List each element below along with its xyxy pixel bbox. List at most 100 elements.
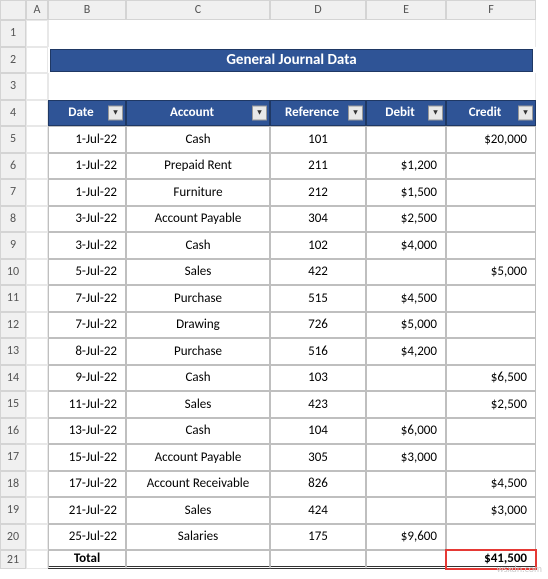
cell-reference-11[interactable]: 515 xyxy=(270,285,366,312)
cell-debit-20[interactable]: $9,600 xyxy=(366,524,446,551)
row-head-1[interactable]: 1 xyxy=(0,20,26,47)
col-head-E[interactable]: E xyxy=(366,0,446,20)
cell-account-9[interactable]: Cash xyxy=(126,232,270,259)
cell-credit-12[interactable] xyxy=(446,312,536,339)
row-head-11[interactable]: 11 xyxy=(0,285,26,312)
total-empty-1[interactable] xyxy=(126,550,270,569)
cell-A15[interactable] xyxy=(26,391,48,418)
row-head-6[interactable]: 6 xyxy=(0,153,26,180)
cell-account-20[interactable]: Salaries xyxy=(126,524,270,551)
row-head-19[interactable]: 19 xyxy=(0,497,26,524)
cell-credit-15[interactable]: $2,500 xyxy=(446,391,536,418)
cell-date-12[interactable]: 7-Jul-22 xyxy=(48,312,126,339)
cell-account-8[interactable]: Account Payable xyxy=(126,206,270,233)
cell-debit-9[interactable]: $4,000 xyxy=(366,232,446,259)
cell-reference-20[interactable]: 175 xyxy=(270,524,366,551)
row-head-5[interactable]: 5 xyxy=(0,126,26,153)
cell-credit-13[interactable] xyxy=(446,338,536,365)
row-head-7[interactable]: 7 xyxy=(0,179,26,206)
cell-credit-10[interactable]: $5,000 xyxy=(446,259,536,286)
cell-reference-14[interactable]: 103 xyxy=(270,365,366,392)
cell-reference-7[interactable]: 212 xyxy=(270,179,366,206)
cell-credit-20[interactable] xyxy=(446,524,536,551)
cell-A11[interactable] xyxy=(26,285,48,312)
row-head-10[interactable]: 10 xyxy=(0,259,26,286)
cell-reference-9[interactable]: 102 xyxy=(270,232,366,259)
cell-debit-6[interactable]: $1,200 xyxy=(366,153,446,180)
cell-reference-5[interactable]: 101 xyxy=(270,126,366,153)
cell-account-14[interactable]: Cash xyxy=(126,365,270,392)
cell-A18[interactable] xyxy=(26,471,48,498)
cell-A4[interactable] xyxy=(26,100,48,127)
cell-credit-9[interactable] xyxy=(446,232,536,259)
row-head-9[interactable]: 9 xyxy=(0,232,26,259)
cell-A16[interactable] xyxy=(26,418,48,445)
cell-debit-18[interactable] xyxy=(366,471,446,498)
cell-account-19[interactable]: Sales xyxy=(126,497,270,524)
row-head-13[interactable]: 13 xyxy=(0,338,26,365)
cell-A14[interactable] xyxy=(26,365,48,392)
cell-reference-15[interactable]: 423 xyxy=(270,391,366,418)
col-head-C[interactable]: C xyxy=(126,0,270,20)
cell-date-18[interactable]: 17-Jul-22 xyxy=(48,471,126,498)
cell-A10[interactable] xyxy=(26,259,48,286)
cell-account-12[interactable]: Drawing xyxy=(126,312,270,339)
cell-reference-19[interactable]: 424 xyxy=(270,497,366,524)
total-label[interactable]: Total xyxy=(48,550,126,569)
cell-account-10[interactable]: Sales xyxy=(126,259,270,286)
cell-date-15[interactable]: 11-Jul-22 xyxy=(48,391,126,418)
header-reference[interactable]: Reference▾ xyxy=(270,100,366,127)
cell-A19[interactable] xyxy=(26,497,48,524)
cell-reference-16[interactable]: 104 xyxy=(270,418,366,445)
col-head-B[interactable]: B xyxy=(48,0,126,20)
header-date[interactable]: Date▾ xyxy=(48,100,126,127)
cell-credit-5[interactable]: $20,000 xyxy=(446,126,536,153)
cell-account-13[interactable]: Purchase xyxy=(126,338,270,365)
cell-date-11[interactable]: 7-Jul-22 xyxy=(48,285,126,312)
header-debit[interactable]: Debit▾ xyxy=(366,100,446,127)
cell-reference-8[interactable]: 304 xyxy=(270,206,366,233)
cell-A2[interactable] xyxy=(26,47,48,74)
cell-account-15[interactable]: Sales xyxy=(126,391,270,418)
cell-A13[interactable] xyxy=(26,338,48,365)
cell-debit-5[interactable] xyxy=(366,126,446,153)
cell-reference-10[interactable]: 422 xyxy=(270,259,366,286)
filter-button-account[interactable]: ▾ xyxy=(252,105,267,120)
cell-credit-7[interactable] xyxy=(446,179,536,206)
cell-debit-13[interactable]: $4,200 xyxy=(366,338,446,365)
row-head-21[interactable]: 21 xyxy=(0,550,26,569)
cell-date-17[interactable]: 15-Jul-22 xyxy=(48,444,126,471)
cell-A20[interactable] xyxy=(26,524,48,551)
cell-date-9[interactable]: 3-Jul-22 xyxy=(48,232,126,259)
cell-date-5[interactable]: 1-Jul-22 xyxy=(48,126,126,153)
filter-button-reference[interactable]: ▾ xyxy=(348,105,363,120)
cell-credit-18[interactable]: $4,500 xyxy=(446,471,536,498)
cell-debit-15[interactable] xyxy=(366,391,446,418)
cell-reference-6[interactable]: 211 xyxy=(270,153,366,180)
cell-account-5[interactable]: Cash xyxy=(126,126,270,153)
col-head-A[interactable]: A xyxy=(26,0,48,20)
cell-date-6[interactable]: 1-Jul-22 xyxy=(48,153,126,180)
cell-debit-19[interactable] xyxy=(366,497,446,524)
total-empty-2[interactable] xyxy=(270,550,366,569)
cell-date-19[interactable]: 21-Jul-22 xyxy=(48,497,126,524)
cell-date-16[interactable]: 13-Jul-22 xyxy=(48,418,126,445)
cell-date-7[interactable]: 1-Jul-22 xyxy=(48,179,126,206)
cell-A21[interactable] xyxy=(26,550,48,569)
cell-debit-12[interactable]: $5,000 xyxy=(366,312,446,339)
cell-A6[interactable] xyxy=(26,153,48,180)
cell-date-20[interactable]: 25-Jul-22 xyxy=(48,524,126,551)
cell-account-18[interactable]: Account Receivable xyxy=(126,471,270,498)
col-head-D[interactable]: D xyxy=(270,0,366,20)
cell-credit-6[interactable] xyxy=(446,153,536,180)
cell-A7[interactable] xyxy=(26,179,48,206)
header-account[interactable]: Account▾ xyxy=(126,100,270,127)
cell-account-7[interactable]: Furniture xyxy=(126,179,270,206)
row-head-14[interactable]: 14 xyxy=(0,365,26,392)
row-head-12[interactable]: 12 xyxy=(0,312,26,339)
cell-account-16[interactable]: Cash xyxy=(126,418,270,445)
cell-A9[interactable] xyxy=(26,232,48,259)
cell-debit-10[interactable] xyxy=(366,259,446,286)
row-head-15[interactable]: 15 xyxy=(0,391,26,418)
cell-debit-11[interactable]: $4,500 xyxy=(366,285,446,312)
